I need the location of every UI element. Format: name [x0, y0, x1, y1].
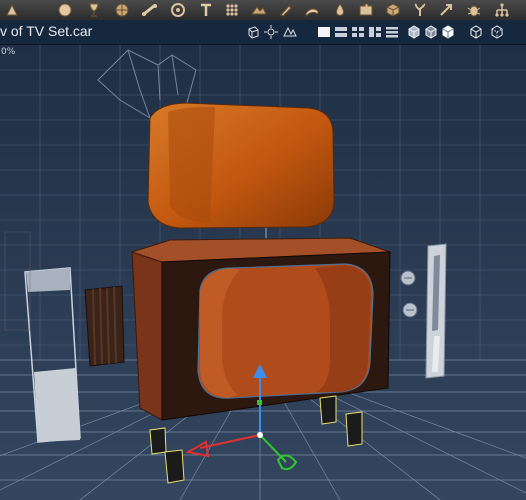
hidden-line-box-icon[interactable]: [489, 24, 505, 40]
layout-single-icon[interactable]: [316, 24, 332, 40]
tool-shelf: [0, 0, 526, 21]
textured-box-icon[interactable]: [423, 24, 439, 40]
drop-tool-icon[interactable]: [330, 1, 350, 19]
bone-tool-icon[interactable]: [140, 1, 160, 19]
wireframe-cube-icon[interactable]: [245, 24, 261, 40]
arrow-tool-icon[interactable]: [437, 1, 457, 19]
layout-stack-icon[interactable]: [384, 24, 400, 40]
terrain-tool-icon[interactable]: [249, 1, 269, 19]
speaker-grille[interactable]: [84, 285, 125, 367]
scroll-tool-icon[interactable]: [302, 1, 322, 19]
lights-icon[interactable]: [263, 24, 279, 40]
shaded-box-icon[interactable]: [406, 24, 422, 40]
zoom-readout: 0%: [1, 47, 16, 57]
app-window: v of TV Set.car 0%: [0, 0, 526, 500]
layout-vertical-icon[interactable]: [367, 24, 383, 40]
view-title-bar: v of TV Set.car: [0, 20, 526, 45]
lit-box-icon[interactable]: [440, 24, 456, 40]
scene-canvas[interactable]: [0, 45, 526, 500]
render-preview-icon[interactable]: [282, 24, 298, 40]
puzzle-tool-icon[interactable]: [356, 1, 376, 19]
globe-prop-icon[interactable]: [112, 1, 132, 19]
pin-tool-icon[interactable]: [196, 1, 216, 19]
document-title: v of TV Set.car: [0, 23, 93, 39]
3d-viewport[interactable]: 0%: [0, 45, 526, 500]
plant-tool-icon[interactable]: [410, 1, 430, 19]
layout-quad-icon[interactable]: [350, 24, 366, 40]
goblet-prop-icon[interactable]: [84, 1, 104, 19]
bug-tool-icon[interactable]: [464, 1, 484, 19]
figure-tool-icon[interactable]: [2, 1, 22, 19]
hierarchy-tool-icon[interactable]: [492, 1, 512, 19]
right-control-panel[interactable]: [425, 243, 447, 379]
layout-horizontal-icon[interactable]: [333, 24, 349, 40]
primitive-sphere-icon[interactable]: [55, 1, 75, 19]
cube-pattern-icon[interactable]: [383, 1, 403, 19]
outline-box-icon[interactable]: [468, 24, 484, 40]
screen-picture-tube[interactable]: [147, 102, 335, 229]
brush-tool-icon[interactable]: [276, 1, 296, 19]
target-tool-icon[interactable]: [168, 1, 188, 19]
grid-dots-icon[interactable]: [222, 1, 242, 19]
